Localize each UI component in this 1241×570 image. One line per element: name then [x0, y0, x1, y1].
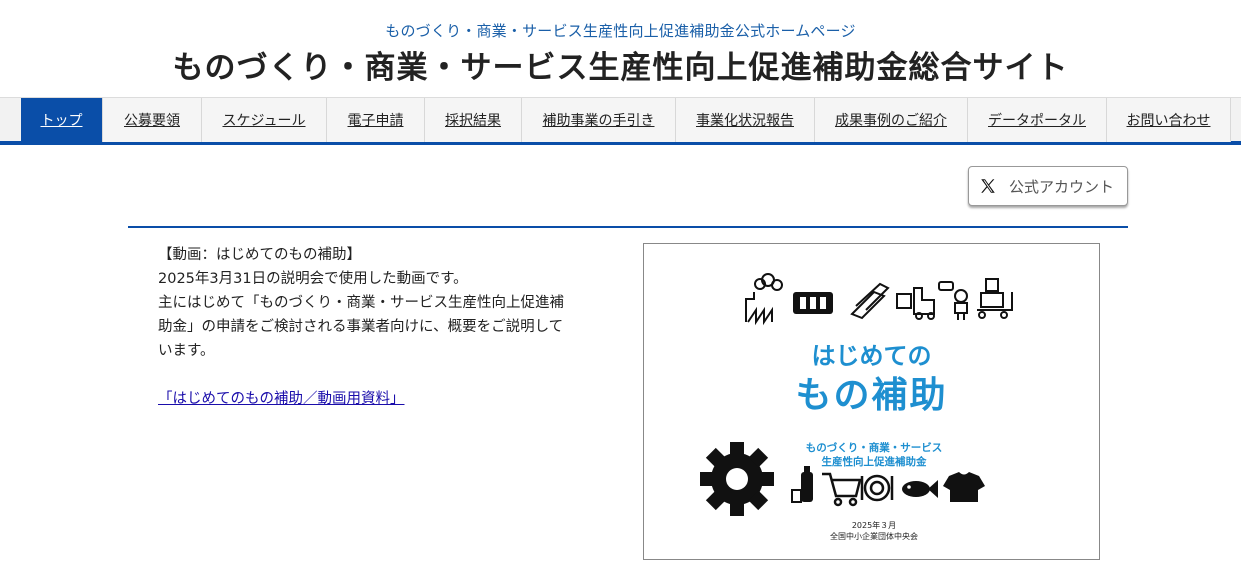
factory-icon	[745, 273, 783, 326]
fish-icon	[902, 480, 938, 498]
site-header: ものづくり・商業・サービス生産性向上促進補助金公式ホームページ ものづくり・商業…	[0, 0, 1241, 97]
nav-item-e-application[interactable]: 電子申請	[327, 98, 425, 142]
steel-beam-icon	[850, 282, 890, 320]
nav-item-status-report[interactable]: 事業化状況報告	[676, 98, 815, 142]
x-official-account-button[interactable]: 公式アカウント	[968, 166, 1128, 206]
bottle-icon	[791, 466, 813, 503]
video-description: 【動画：はじめてのもの補助】 2025年3月31日の説明会で使用した動画です。 …	[158, 243, 618, 363]
robot-icon	[938, 281, 968, 320]
nav-item-data-portal[interactable]: データポータル	[968, 98, 1107, 142]
poster-title-line2: もの補助	[795, 375, 948, 416]
video-text-line2: 主にはじめて「ものづくり・商業・サービス生産性向上促進補	[158, 295, 564, 311]
nav-item-results[interactable]: 採択結果	[425, 98, 522, 142]
nav-item-contact[interactable]: お問い合わせ	[1107, 98, 1231, 142]
x-button-label: 公式アカウント	[1009, 177, 1115, 196]
shopping-cart-icon	[822, 472, 862, 507]
video-material-link[interactable]: 「はじめてのもの補助／動画用資料」	[158, 387, 405, 408]
gear-icon	[700, 442, 774, 516]
section-divider	[128, 226, 1128, 228]
x-logo-icon	[981, 179, 995, 193]
video-thumbnail[interactable]: はじめての もの補助 ものづくり・商業・サービス 生産性向上促進補助金 2025…	[643, 243, 1100, 560]
nav-item-top[interactable]: トップ	[21, 98, 103, 142]
tshirt-icon	[943, 472, 985, 502]
video-text-line1: 2025年3月31日の説明会で使用した動画です。	[158, 271, 468, 287]
video-text-line3: 助金」の申請をご検討される事業者向けに、概要をご説明して	[158, 319, 564, 335]
forklift-icon	[896, 287, 935, 320]
cart-boxes-icon	[977, 278, 1013, 319]
site-subtitle: ものづくり・商業・サービス生産性向上促進補助金公式ホームページ	[385, 22, 856, 40]
nav-item-handbook[interactable]: 補助事業の手引き	[522, 98, 676, 142]
global-nav: トップ 公募要領 スケジュール 電子申請 採択結果 補助事業の手引き 事業化状況…	[0, 97, 1241, 145]
video-heading: 【動画：はじめてのもの補助】	[158, 247, 361, 263]
nav-item-case-studies[interactable]: 成果事例のご紹介	[815, 98, 968, 142]
plate-icon	[860, 474, 894, 502]
site-title[interactable]: ものづくり・商業・サービス生産性向上促進補助金総合サイト	[0, 42, 1241, 87]
battery-icon	[793, 292, 833, 314]
poster-subtitle-line2: 生産性向上促進補助金	[821, 456, 927, 468]
video-text-line4: います。	[158, 343, 215, 359]
nav-item-schedule[interactable]: スケジュール	[202, 98, 327, 142]
poster-organization: 全国中小企業団体中央会	[830, 532, 918, 541]
poster-subtitle-line1: ものづくり・商業・サービス	[805, 442, 943, 454]
poster-date: 2025年３月	[851, 521, 897, 530]
nav-item-guidelines[interactable]: 公募要領	[103, 98, 202, 142]
